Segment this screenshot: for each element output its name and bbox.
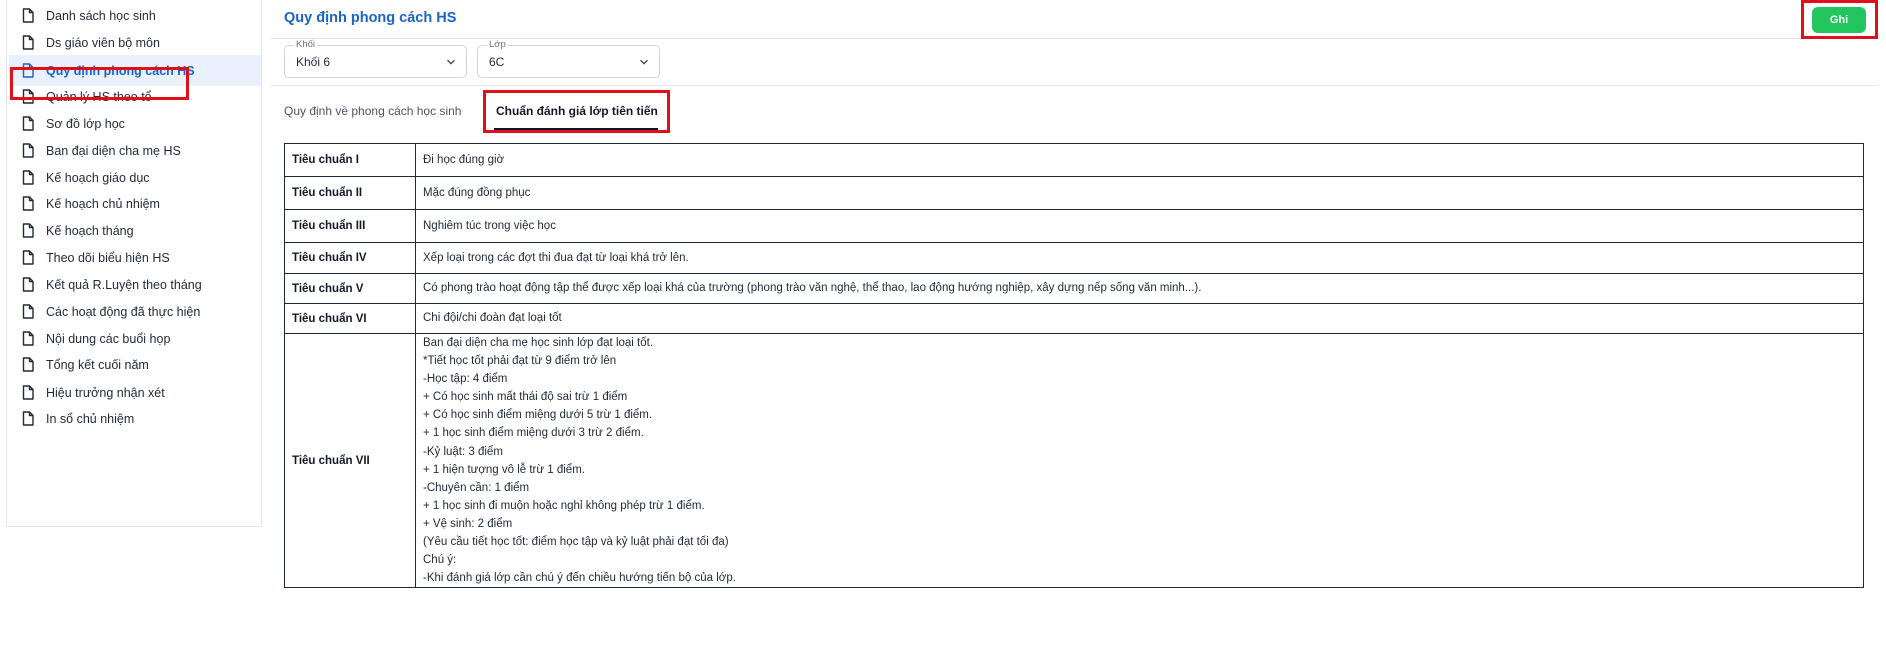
document-icon [21, 250, 35, 265]
sidebar-item-label: Theo dõi biểu hiện HS [46, 250, 170, 265]
document-icon [21, 411, 35, 426]
sidebar-item-label: Ban đại diện cha mẹ HS [46, 143, 181, 158]
criterion-name: Tiêu chuẩn II [284, 176, 416, 210]
document-icon [21, 63, 35, 78]
criterion-description: Có phong trào hoạt động tập thể được xếp… [415, 273, 1864, 304]
tab-advanced-class-criteria[interactable]: Chuẩn đánh giá lớp tiên tiến [496, 104, 658, 118]
sidebar-item-label: Kết quả R.Luyện theo tháng [46, 277, 202, 292]
document-icon [21, 357, 35, 372]
criteria-table: Tiêu chuẩn I Đi học đúng giờ Tiêu chuẩn II… [284, 143, 1864, 589]
criterion-name: Tiêu chuẩn V [284, 273, 416, 304]
criterion-line: Có phong trào hoạt động tập thể được xếp… [423, 282, 1202, 295]
sidebar-item-label: Danh sách học sinh [46, 8, 156, 23]
criterion-line: Mặc đúng đồng phục [423, 186, 531, 199]
tab-bar: Quy định về phong cách học sinh Chuẩn đá… [271, 85, 1878, 135]
sidebar-item-label: Các hoạt động đã thực hiện [46, 304, 201, 319]
sidebar-item-label: Sơ đồ lớp học [46, 116, 125, 131]
criterion-name: Tiêu chuẩn VII [284, 332, 416, 589]
criterion-line: + 1 học sinh đi muộn hoặc nghỉ không phé… [423, 499, 705, 512]
criterion-line: -Khi đánh giá lớp cần chú ý đến chiều hư… [423, 572, 736, 585]
criterion-line: Ban đại diện cha mẹ học sinh lớp đạt loạ… [423, 337, 654, 349]
criterion-name: Tiêu chuẩn III [284, 209, 416, 243]
criterion-line: Nghiêm túc trong việc học [423, 219, 556, 232]
criterion-description: Đi học đúng giờ [415, 143, 1864, 177]
criterion-line: Xếp loại trong các đợt thi đua đạt từ lo… [423, 251, 689, 264]
table-row: Tiêu chuẩn II Mặc đúng đồng phục [284, 176, 1864, 210]
sidebar-item-label: Quy định phong cách HS [46, 63, 195, 78]
criterion-description: Xếp loại trong các đợt thi đua đạt từ lo… [415, 242, 1864, 274]
table-row: Tiêu chuẩn V Có phong trào hoạt động tập … [284, 273, 1864, 304]
document-icon [21, 116, 35, 131]
document-icon [21, 170, 35, 185]
chevron-down-icon [640, 59, 648, 65]
document-icon [21, 143, 35, 158]
chevron-down-icon [447, 59, 455, 65]
criterion-description: Chi đội/chi đoàn đạt loại tốt [415, 303, 1864, 334]
criterion-line: *Tiết học tốt phải đạt từ 9 điểm trở lên [423, 355, 617, 368]
main-content: Quy định phong cách HS Ghi Khối Khối 6 L… [271, 0, 1886, 645]
criterion-description: Mặc đúng đồng phục [415, 176, 1864, 210]
grade-select-label: Khối [294, 39, 318, 50]
criterion-line: -Kỷ luật: 3 điểm [423, 445, 503, 458]
criterion-line: Chú ý: [423, 554, 457, 567]
sidebar-item[interactable]: In sổ chủ nhiệm [9, 403, 261, 434]
sidebar-item[interactable]: Ds giáo viên bộ môn [9, 27, 261, 58]
grade-select[interactable]: Khối Khối 6 [284, 39, 467, 78]
criterion-name: Tiêu chuẩn I [284, 143, 416, 177]
sidebar-item-label: Ds giáo viên bộ môn [46, 35, 160, 50]
criterion-name: Tiêu chuẩn VI [284, 303, 416, 334]
document-icon [21, 385, 35, 400]
criterion-line: + Có học sinh điểm miệng dưới 5 trừ 1 đi… [423, 409, 653, 422]
criterion-name: Tiêu chuẩn IV [284, 242, 416, 274]
criterion-line: -Học tập: 4 điểm [423, 373, 508, 386]
page-title: Quy định phong cách HS [284, 10, 457, 26]
grade-select-value: Khối 6 [296, 55, 331, 69]
sidebar-item-label: Hiệu trưởng nhận xét [46, 385, 165, 400]
criterion-line: + Vệ sinh: 2 điểm [423, 517, 513, 530]
document-icon [21, 304, 35, 319]
criterion-line: Chi đội/chi đoàn đạt loại tốt [423, 312, 562, 325]
criterion-description: Ban đại diện cha mẹ học sinh lớp đạt loạ… [415, 332, 1864, 589]
document-icon [21, 8, 35, 23]
criterion-line: + 1 hiện tượng vô lễ trừ 1 điểm. [423, 463, 585, 476]
sidebar-item-label: Kế hoạch giáo dục [46, 170, 150, 185]
active-tab-indicator [494, 128, 658, 130]
sidebar-item-label: Nội dung các buổi họp [46, 331, 171, 346]
sidebar-item-label: Tổng kết cuối năm [46, 357, 149, 372]
table-row: Tiêu chuẩn VII Ban đại diện cha mẹ học si… [284, 332, 1864, 589]
table-row: Tiêu chuẩn I Đi học đúng giờ [284, 143, 1864, 177]
criterion-line: Đi học đúng giờ [423, 153, 505, 166]
sidebar-item-label: Kế hoạch chủ nhiệm [46, 196, 160, 211]
criterion-line: + Có học sinh mất thái độ sai trừ 1 điểm [423, 391, 628, 404]
table-row: Tiêu chuẩn IV Xếp loại trong các đợt thi … [284, 242, 1864, 274]
document-icon [21, 196, 35, 211]
document-icon [21, 223, 35, 238]
table-row: Tiêu chuẩn III Nghiêm túc trong việc học [284, 209, 1864, 243]
sidebar-item-label: In sổ chủ nhiệm [46, 411, 135, 426]
sidebar-item-label: Quản lý HS theo tổ [46, 89, 152, 104]
tab-student-style-rules[interactable]: Quy định về phong cách học sinh [284, 104, 461, 118]
save-button[interactable]: Ghi [1812, 7, 1866, 33]
class-select[interactable]: Lớp 6C [477, 39, 660, 78]
document-icon [21, 331, 35, 346]
document-icon [21, 89, 35, 104]
sidebar-item[interactable]: Tổng kết cuối năm [9, 349, 261, 380]
table-row: Tiêu chuẩn VI Chi đội/chi đoàn đạt loại t… [284, 303, 1864, 334]
class-select-value: 6C [489, 55, 505, 69]
document-icon [21, 277, 35, 292]
criterion-line: (Yêu cầu tiết học tốt: điểm học tập và k… [423, 536, 729, 549]
sidebar-item-label: Kế hoạch tháng [46, 223, 134, 238]
criterion-line: + 1 học sinh điểm miệng dưới 3 trừ 2 điể… [423, 427, 644, 440]
class-select-label: Lớp [487, 39, 508, 50]
sidebar: Danh sách học sinh Ds giáo viên bộ môn Quy… [6, 0, 262, 527]
topbar: Quy định phong cách HS Ghi [271, 0, 1878, 39]
criterion-line: -Chuyên cần: 1 điểm [423, 481, 530, 494]
document-icon [21, 35, 35, 50]
criterion-description: Nghiêm túc trong việc học [415, 209, 1864, 243]
